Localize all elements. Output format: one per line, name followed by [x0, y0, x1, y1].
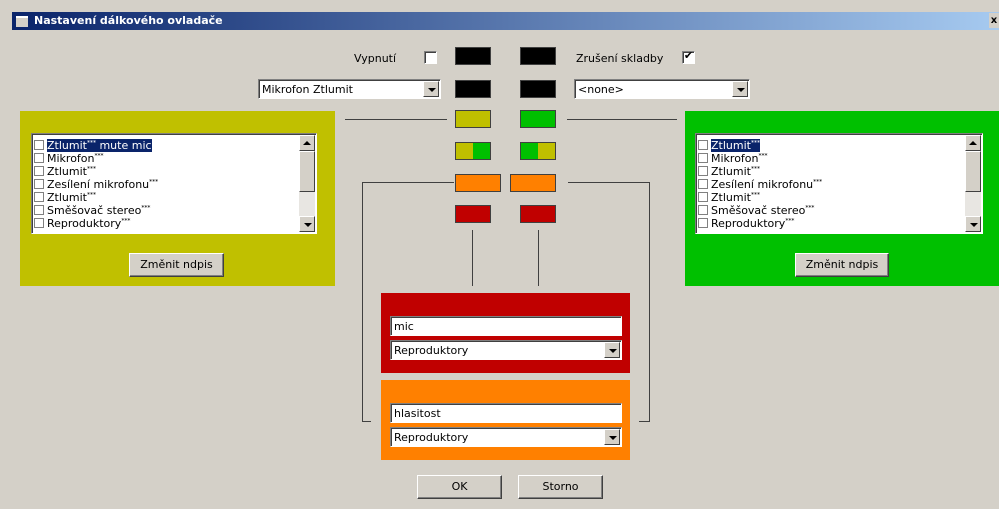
red-name-value: mic [394, 320, 414, 333]
dropdown-arrow-icon[interactable] [604, 342, 620, 358]
connector-line [568, 182, 650, 183]
scroll-down-icon[interactable] [299, 216, 315, 232]
right-channel-list[interactable]: Ztlumit*** Mikrofon*** Ztlumit*** Zesílení … [695, 133, 983, 234]
list-item[interactable]: Mikrofon*** [34, 149, 104, 165]
mic-color-left-swatch[interactable] [455, 80, 491, 98]
red-panel: mic Reproduktory [381, 293, 630, 373]
item-checkbox[interactable] [698, 217, 708, 228]
left-mic-combo[interactable]: Mikrofon Ztlumit [258, 79, 441, 99]
mic-color-right-swatch[interactable] [520, 80, 556, 98]
scroll-down-icon[interactable] [965, 216, 981, 232]
connector-line [362, 421, 371, 422]
skip-label: Zrušení skladby [576, 52, 664, 65]
green-color-swatch[interactable] [520, 110, 556, 128]
check-mark-icon: ✔ [683, 49, 694, 62]
list-item[interactable]: Reproduktory*** [698, 214, 795, 230]
window-icon [16, 16, 28, 27]
orange-color-right-swatch[interactable] [510, 174, 556, 192]
list-item[interactable]: Ztlumit*** [34, 162, 96, 178]
dropdown-arrow-icon[interactable] [732, 81, 748, 97]
olive-green-split-swatch[interactable] [455, 142, 491, 160]
window-title: Nastavení dálkového ovladače [34, 14, 223, 27]
right-device-combo-value: <none> [578, 83, 624, 96]
list-item[interactable]: Zesílení mikrofonu*** [698, 175, 822, 191]
olive-color-swatch[interactable] [455, 110, 491, 128]
list-item[interactable]: Ztlumit*** [698, 162, 760, 178]
list-item[interactable]: Ztlumit*** [698, 136, 760, 152]
scroll-thumb[interactable] [965, 151, 981, 192]
orange-name-value: hlasitost [394, 407, 441, 420]
orange-color-left-swatch[interactable] [455, 174, 501, 192]
list-item[interactable]: Směšovač stereo*** [698, 201, 814, 217]
red-color-left-swatch[interactable] [455, 205, 491, 223]
list-item[interactable]: Mikrofon*** [698, 149, 768, 165]
connector-line [538, 230, 539, 286]
orange-panel: hlasitost Reproduktory [381, 380, 630, 460]
ok-button[interactable]: OK [417, 475, 502, 499]
item-checkbox[interactable] [34, 217, 44, 228]
left-rename-button[interactable]: Změnit ndpis [129, 253, 224, 277]
title-bar: Nastavení dálkového ovladače x [12, 12, 999, 30]
dialog-client-area: Vypnutí Zrušení skladby ✔ Mikrofon Ztlum… [12, 30, 999, 509]
connector-line [472, 230, 473, 286]
scroll-thumb[interactable] [299, 151, 315, 192]
connector-line [362, 182, 454, 183]
off-label: Vypnutí [354, 52, 397, 65]
right-list-scrollbar[interactable] [965, 135, 981, 232]
list-item-label: Reproduktory*** [47, 216, 131, 230]
off-color-right-swatch[interactable] [520, 47, 556, 65]
dropdown-arrow-icon[interactable] [423, 81, 439, 97]
scroll-up-icon[interactable] [965, 135, 981, 151]
red-name-input[interactable]: mic [390, 316, 622, 336]
connector-line [567, 119, 677, 120]
scroll-up-icon[interactable] [299, 135, 315, 151]
red-color-right-swatch[interactable] [520, 205, 556, 223]
orange-device-combo[interactable]: Reproduktory [390, 427, 622, 447]
list-item-label: Reproduktory*** [711, 216, 795, 230]
left-list-scrollbar[interactable] [299, 135, 315, 232]
red-device-value: Reproduktory [394, 344, 469, 357]
off-color-left-swatch[interactable] [455, 47, 491, 65]
dropdown-arrow-icon[interactable] [604, 429, 620, 445]
left-mic-combo-value: Mikrofon Ztlumit [262, 83, 353, 96]
list-item[interactable]: Ztlumit*** [34, 188, 96, 204]
list-item[interactable]: Reproduktory*** [34, 214, 131, 230]
dialog-window: Nastavení dálkového ovladače x Vypnutí Z… [0, 0, 999, 509]
right-mixer-panel: Ztlumit*** Mikrofon*** Ztlumit*** Zesílení … [685, 111, 999, 286]
cancel-button[interactable]: Storno [518, 475, 603, 499]
list-item[interactable]: Ztlumit*** mute mic [34, 136, 152, 152]
orange-name-input[interactable]: hlasitost [390, 403, 622, 423]
close-button[interactable]: x [989, 13, 999, 28]
right-rename-button[interactable]: Změnit ndpis [795, 253, 889, 277]
red-device-combo[interactable]: Reproduktory [390, 340, 622, 360]
list-item[interactable]: Ztlumit*** [698, 188, 760, 204]
off-checkbox[interactable] [424, 51, 437, 64]
orange-device-value: Reproduktory [394, 431, 469, 444]
connector-line [362, 182, 363, 422]
connector-line [649, 182, 650, 422]
connector-line [345, 119, 447, 120]
right-device-combo[interactable]: <none> [574, 79, 750, 99]
skip-checkbox[interactable]: ✔ [682, 49, 695, 64]
connector-line [639, 421, 650, 422]
left-channel-list[interactable]: Ztlumit*** mute mic Mikrofon*** Ztlumit***… [31, 133, 317, 234]
left-mixer-panel: Ztlumit*** mute mic Mikrofon*** Ztlumit***… [20, 111, 335, 286]
green-olive-split-swatch[interactable] [520, 142, 556, 160]
list-item[interactable]: Směšovač stereo*** [34, 201, 150, 217]
list-item[interactable]: Zesílení mikrofonu*** [34, 175, 158, 191]
